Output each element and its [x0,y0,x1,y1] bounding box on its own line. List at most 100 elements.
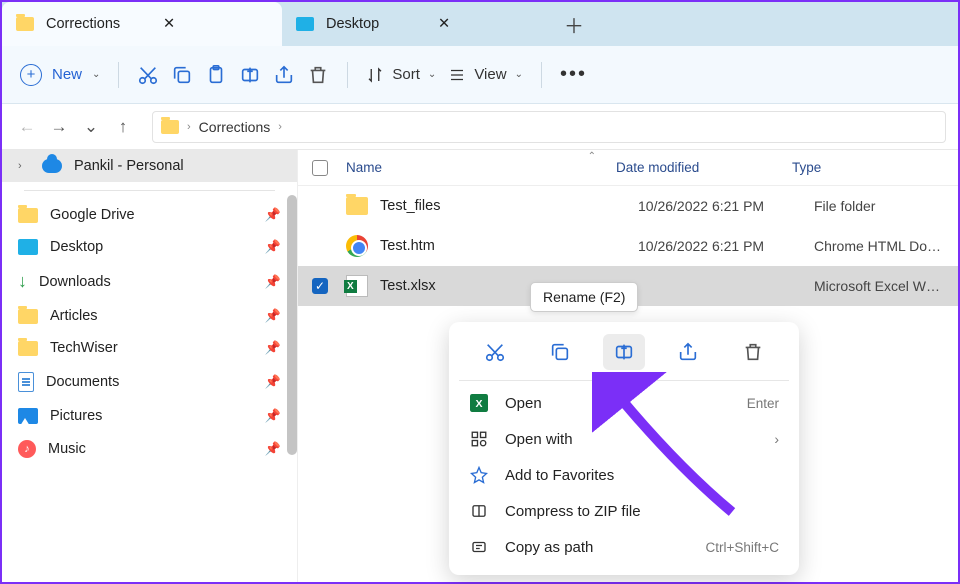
pin-icon: 📌 [265,274,281,290]
file-name: Test_files [380,198,638,214]
breadcrumb-segment[interactable]: Corrections [199,119,271,135]
zip-icon [469,502,489,520]
ctx-cut-button[interactable] [474,334,516,370]
folder-icon [346,197,368,215]
pin-icon: 📌 [265,374,281,390]
sidebar-item-techwiser[interactable]: TechWiser📌 [2,332,297,364]
sidebar-item-music[interactable]: ♪Music📌 [2,432,297,466]
chrome-icon [346,235,368,257]
cut-button[interactable] [137,64,159,86]
sidebar-item-label: TechWiser [50,340,118,356]
select-all-checkbox[interactable] [312,160,328,176]
close-icon[interactable]: ✕ [438,16,538,32]
sidebar-item-downloads[interactable]: ↓Downloads📌 [2,263,297,300]
back-button[interactable]: ← [14,117,40,137]
separator [541,62,542,88]
delete-button[interactable] [307,64,329,86]
separator [459,380,789,381]
tooltip-rename: Rename (F2) [530,282,638,312]
sidebar-item-google-drive[interactable]: Google Drive 📌 [2,199,297,231]
sort-button[interactable]: Sort ⌄ [366,66,436,84]
pin-icon: 📌 [265,239,281,255]
account-label: Pankil - Personal [74,158,184,174]
chevron-right-icon: › [774,431,779,447]
path-icon [469,538,489,556]
tab-corrections[interactable]: Corrections ✕ [2,2,282,46]
sidebar-item-articles[interactable]: Articles📌 [2,300,297,332]
desktop-icon [18,239,38,255]
more-button[interactable]: ••• [560,63,587,86]
file-row[interactable]: Test_files 10/26/2022 6:21 PM File folde… [298,186,958,226]
chevron-down-icon: ⌄ [428,69,436,80]
new-label: New [52,66,82,83]
toolbar: + New ⌄ Sort ⌄ View ⌄ ••• [2,46,958,104]
nav-row: ← → ⌄ ↑ › Corrections › [2,104,958,150]
file-row[interactable]: Test.htm 10/26/2022 6:21 PM Chrome HTML … [298,226,958,266]
pin-icon: 📌 [265,408,281,424]
ctx-label: Copy as path [505,539,593,556]
column-header-row: Name⌃ Date modified Type [298,150,958,186]
ctx-shortcut: Ctrl+Shift+C [705,540,779,555]
folder-icon [18,341,38,356]
pin-icon: 📌 [265,308,281,324]
file-name: Test.htm [380,238,638,254]
up-button[interactable]: ↑ [110,117,136,137]
checkbox-checked[interactable]: ✓ [312,278,328,294]
ctx-shortcut: Enter [747,396,779,411]
sidebar-item-pictures[interactable]: Pictures📌 [2,400,297,432]
view-button[interactable]: View ⌄ [448,66,523,84]
recent-button[interactable]: ⌄ [78,117,104,137]
scrollbar-thumb[interactable] [287,195,297,455]
sidebar-item-documents[interactable]: Documents📌 [2,364,297,400]
new-button[interactable]: + New ⌄ [20,64,100,86]
svg-text:X: X [475,398,482,410]
pin-icon: 📌 [265,441,281,457]
ctx-open-with[interactable]: Open with › [449,421,799,457]
sort-indicator-icon: ⌃ [588,151,596,162]
open-with-icon [469,430,489,448]
sidebar-account[interactable]: › Pankil - Personal [2,150,297,182]
context-menu: X Open Enter Open with › Add to Favorite… [449,322,799,575]
pin-icon: 📌 [265,207,281,223]
ctx-rename-button[interactable] [603,334,645,370]
chevron-down-icon: ⌄ [92,69,100,80]
file-type: Chrome HTML Do… [814,238,944,254]
ctx-label: Open with [505,431,573,448]
onedrive-icon [42,159,62,173]
copy-button[interactable] [171,64,193,86]
ctx-share-button[interactable] [667,334,709,370]
column-header-type[interactable]: Type [792,160,944,175]
chevron-right-icon: › [278,121,282,133]
star-icon [469,466,489,484]
ctx-open[interactable]: X Open Enter [449,385,799,421]
chevron-down-icon: ⌄ [515,69,523,80]
download-icon: ↓ [18,271,27,292]
excel-icon: X [469,394,489,412]
close-icon[interactable]: ✕ [163,16,268,32]
ctx-compress[interactable]: Compress to ZIP file [449,493,799,529]
separator [347,62,348,88]
ctx-favorites[interactable]: Add to Favorites [449,457,799,493]
tab-desktop[interactable]: Desktop ✕ [282,2,552,46]
breadcrumb[interactable]: › Corrections › [152,111,946,143]
column-header-name[interactable]: Name⌃ [346,160,616,175]
forward-button[interactable]: → [46,117,72,137]
sidebar-item-label: Google Drive [50,207,135,223]
share-button[interactable] [273,64,295,86]
ctx-copy-path[interactable]: Copy as path Ctrl+Shift+C [449,529,799,565]
document-icon [18,372,34,392]
sort-label: Sort [392,66,420,83]
sidebar-item-desktop[interactable]: Desktop📌 [2,231,297,263]
checkbox-space: ✓ [312,278,346,294]
desktop-icon [296,17,314,31]
add-tab-button[interactable]: ＋ [558,8,590,40]
folder-icon [18,208,38,223]
sidebar-item-label: Music [48,441,86,457]
ctx-delete-button[interactable] [732,334,774,370]
rename-button[interactable] [239,64,261,86]
column-header-date[interactable]: Date modified [616,160,792,175]
paste-button[interactable] [205,64,227,86]
pictures-icon [18,408,38,424]
ctx-copy-button[interactable] [539,334,581,370]
separator [118,62,119,88]
